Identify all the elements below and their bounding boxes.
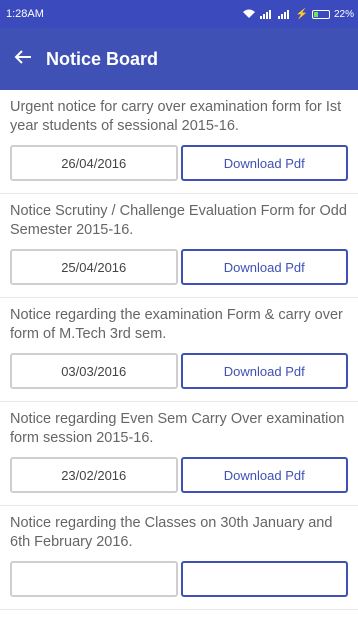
notice-date: 23/02/2016 (10, 457, 178, 493)
charging-icon: ⚡ (295, 8, 308, 20)
back-arrow-icon[interactable] (14, 48, 46, 71)
download-pdf-button[interactable]: Download Pdf (180, 145, 348, 181)
notice-text: Urgent notice for carry over examination… (10, 99, 342, 134)
battery-percent: 22% (333, 8, 354, 20)
signal-icon (259, 9, 274, 19)
notice-item: Notice regarding Even Sem Carry Over exa… (0, 402, 358, 506)
notice-list: Urgent notice for carry over examination… (0, 90, 358, 610)
notice-item: Urgent notice for carry over examination… (0, 90, 358, 194)
notice-actions: 26/04/2016 Download Pdf (10, 145, 348, 181)
notice-date (10, 561, 178, 597)
signal-icon-2 (277, 9, 292, 19)
status-icons: ⚡ 22% (242, 9, 354, 20)
download-pdf-button[interactable] (180, 561, 348, 597)
notice-text: Notice Scrutiny / Challenge Evaluation F… (10, 203, 347, 238)
notice-text: Notice regarding the Classes on 30th Jan… (10, 515, 333, 550)
app-bar: Notice Board (0, 28, 358, 90)
notice-item: Notice regarding the Classes on 30th Jan… (0, 506, 358, 610)
notice-actions: 23/02/2016 Download Pdf (10, 457, 348, 493)
download-pdf-button[interactable]: Download Pdf (180, 249, 348, 285)
download-pdf-button[interactable]: Download Pdf (180, 353, 348, 389)
download-pdf-button[interactable]: Download Pdf (180, 457, 348, 493)
page-title: Notice Board (46, 48, 159, 69)
notice-actions: 03/03/2016 Download Pdf (10, 353, 348, 389)
status-time: 1:28AM (6, 8, 44, 20)
wifi-icon (242, 9, 256, 19)
notice-item: Notice Scrutiny / Challenge Evaluation F… (0, 194, 358, 298)
notice-actions: 25/04/2016 Download Pdf (10, 249, 348, 285)
notice-actions (10, 561, 348, 597)
notice-text: Notice regarding the examination Form & … (10, 307, 343, 342)
battery-icon (311, 9, 330, 19)
notice-item: Notice regarding the examination Form & … (0, 298, 358, 402)
notice-date: 26/04/2016 (10, 145, 178, 181)
status-bar: 1:28AM ⚡ 22% (0, 0, 358, 28)
notice-date: 25/04/2016 (10, 249, 178, 285)
notice-text: Notice regarding Even Sem Carry Over exa… (10, 411, 345, 446)
notice-date: 03/03/2016 (10, 353, 178, 389)
